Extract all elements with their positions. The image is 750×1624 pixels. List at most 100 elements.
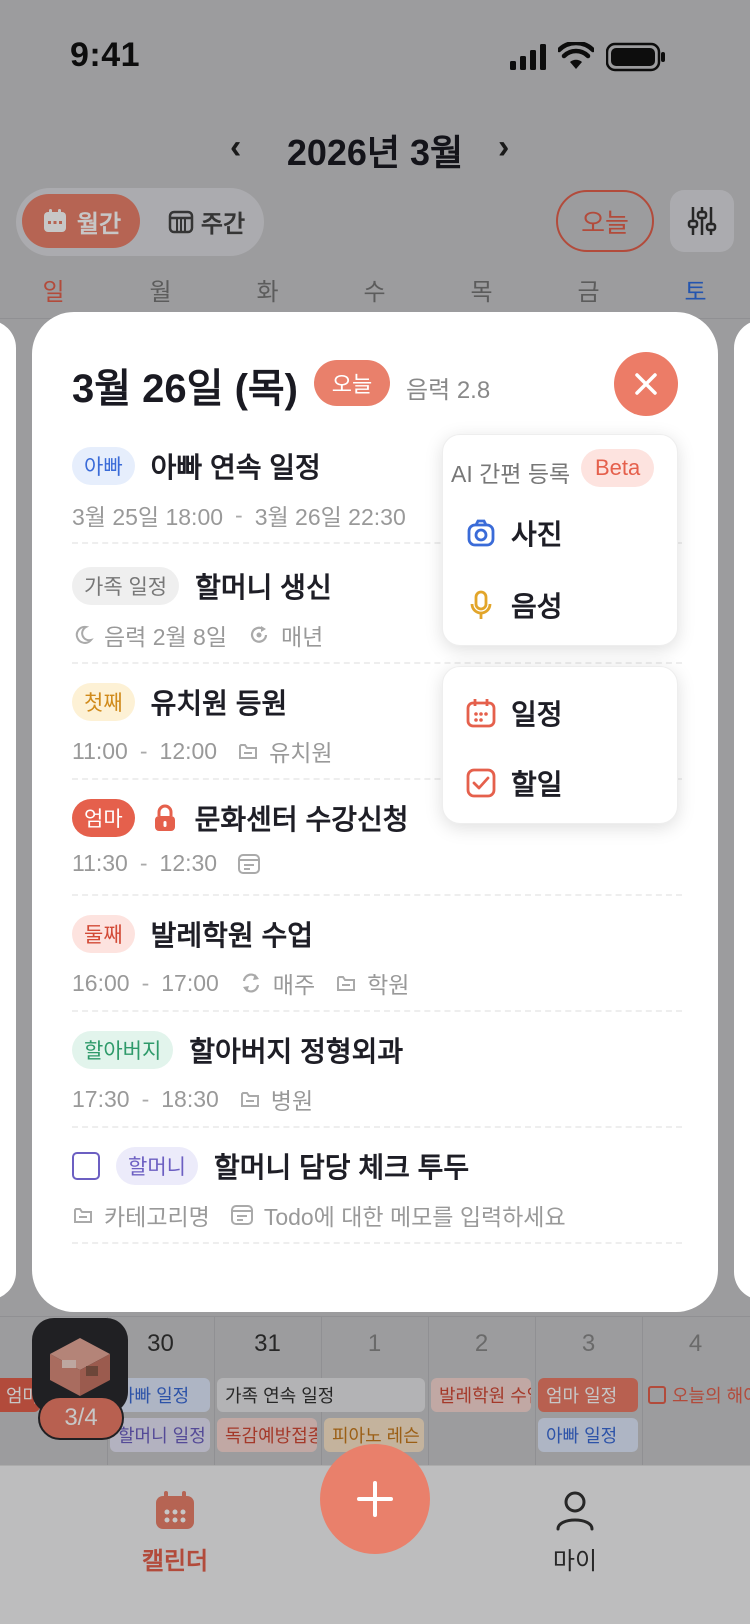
room-icon — [50, 1338, 110, 1396]
event-chip[interactable]: 가족 연속 일정 — [217, 1378, 425, 1412]
prev-day-card[interactable] — [0, 320, 16, 1300]
event-chip[interactable]: 독감예방접종 — [217, 1418, 317, 1452]
folder-icon — [240, 1092, 259, 1107]
close-button[interactable] — [614, 352, 678, 416]
event-title: 발레학원 수업 — [150, 920, 313, 951]
monthly-view-tab[interactable]: 월간 — [22, 194, 140, 248]
moon-icon — [75, 625, 94, 644]
event-time: 11:30 — [72, 850, 128, 876]
event-time-end: 18:30 — [161, 1085, 219, 1112]
event-time-end: 12:30 — [159, 850, 218, 876]
battery-icon — [605, 42, 666, 77]
folder-icon — [239, 744, 258, 759]
weekly-view-tab[interactable]: 주간 — [152, 194, 260, 248]
weekday-mon: 월 — [149, 279, 172, 306]
lock-icon — [154, 804, 175, 831]
event-lunar: 음력 2월 8일 — [104, 624, 228, 650]
day-cell-1[interactable]: 1 — [321, 1330, 428, 1358]
lunar-date: 음력 2.8 — [406, 377, 491, 404]
voice-label: 음성 — [511, 591, 563, 622]
sliders-icon — [687, 207, 717, 235]
day-cell-31[interactable]: 31 — [214, 1330, 321, 1358]
memo-icon — [230, 1205, 253, 1225]
time-separator: - — [139, 850, 148, 876]
calendar-icon — [43, 209, 66, 232]
event-item[interactable]: 할아버지 할아버지 정형외과 17:30 - 18:30 병원 — [72, 1008, 682, 1128]
todo-option[interactable]: 할일 — [465, 763, 563, 803]
microphone-icon — [470, 590, 492, 619]
event-tag: 할아버지 — [72, 1031, 174, 1069]
ai-quick-add-menu: AI 간편 등록 Beta 사진 음성 — [442, 434, 678, 646]
event-chip[interactable]: 할머니 일정 — [110, 1418, 210, 1452]
day-cell-2[interactable]: 2 — [428, 1330, 535, 1358]
todo-checkbox-icon[interactable] — [648, 1386, 666, 1404]
event-title: 할아버지 정형외과 — [189, 1036, 404, 1067]
day-cell-3[interactable]: 3 — [535, 1330, 642, 1358]
tab-my[interactable]: 마이 — [530, 1488, 620, 1576]
memo-icon — [238, 853, 261, 874]
time-separator: - — [235, 501, 243, 528]
todo-checkbox[interactable] — [72, 1152, 100, 1180]
status-time: 9:41 — [70, 36, 141, 74]
close-icon — [635, 373, 657, 395]
todo-label: 할일 — [511, 769, 563, 800]
time-separator: - — [139, 737, 148, 764]
event-tag: 가족 일정 — [72, 567, 180, 605]
folder-icon — [337, 976, 356, 991]
event-chip[interactable]: 아빠 일정 — [538, 1418, 638, 1452]
add-item-menu: 일정 할일 — [442, 666, 678, 824]
tab-my-label: 마이 — [552, 1548, 598, 1575]
add-fab-button[interactable] — [320, 1444, 430, 1554]
event-chip[interactable]: 발레학원 수업 — [431, 1378, 531, 1412]
today-button[interactable]: 오늘 — [556, 190, 654, 252]
event-title: 아빠 연속 일정 — [150, 452, 321, 483]
next-month-button[interactable]: › — [498, 128, 509, 167]
day-cell-4[interactable]: 4 — [642, 1330, 749, 1358]
monthly-label: 월간 — [76, 210, 122, 238]
event-time: 3월 25일 18:00 — [72, 504, 224, 530]
photo-label: 사진 — [511, 519, 563, 550]
page-counter-badge: 3/4 — [38, 1396, 124, 1440]
calendar-tab-icon — [156, 1491, 194, 1529]
plus-icon — [357, 1481, 393, 1517]
todo-chip[interactable]: 오늘의 해야 — [668, 1378, 750, 1412]
event-repeat: 매년 — [281, 624, 324, 650]
grid-line — [0, 1316, 750, 1317]
ai-menu-title: AI 간편 등록 — [451, 461, 571, 487]
repeat-icon — [242, 973, 259, 993]
filter-button[interactable] — [670, 190, 734, 252]
event-title: 유치원 등원 — [150, 688, 288, 719]
event-tag: 둘째 — [72, 915, 135, 953]
repeat-icon — [250, 626, 268, 643]
event-tag: 할머니 — [116, 1147, 198, 1185]
event-title: 할머니 생신 — [195, 572, 332, 603]
next-day-card[interactable] — [734, 320, 750, 1300]
signal-icon — [510, 44, 548, 75]
event-tag: 엄마 — [72, 799, 135, 837]
event-time: 17:30 — [72, 1085, 130, 1112]
time-separator: - — [141, 969, 150, 996]
event-tag: 첫째 — [72, 683, 135, 721]
beta-badge: Beta — [581, 449, 655, 487]
event-title: 할머니 담당 체크 투두 — [213, 1152, 470, 1183]
tab-calendar[interactable]: 캘린더 — [130, 1488, 220, 1576]
photo-option[interactable]: 사진 — [465, 513, 563, 553]
voice-option[interactable]: 음성 — [465, 585, 563, 625]
schedule-option[interactable]: 일정 — [465, 693, 563, 733]
event-category: 병원 — [270, 1088, 314, 1114]
week-calendar-icon — [168, 210, 194, 234]
todo-memo: Todo에 대한 메모를 입력하세요 — [263, 1204, 566, 1230]
wifi-icon — [556, 40, 596, 75]
event-category: 유치원 — [269, 740, 333, 766]
today-tag: 오늘 — [314, 360, 390, 406]
weekday-fri: 금 — [577, 279, 600, 306]
folder-icon — [74, 1208, 92, 1223]
event-category: 학원 — [367, 972, 410, 998]
camera-icon — [467, 519, 495, 547]
event-item[interactable]: 둘째 발레학원 수업 16:00 - 17:00 매주 학원 — [72, 892, 682, 1012]
event-time: 11:00 — [72, 737, 128, 764]
event-chip[interactable]: 엄마 일정 — [538, 1378, 638, 1412]
event-tag: 아빠 — [72, 447, 135, 485]
event-repeat: 매주 — [272, 972, 316, 998]
todo-item[interactable]: 할머니 할머니 담당 체크 투두 카테고리명 Todo에 대한 메모를 입력하세… — [72, 1124, 682, 1244]
